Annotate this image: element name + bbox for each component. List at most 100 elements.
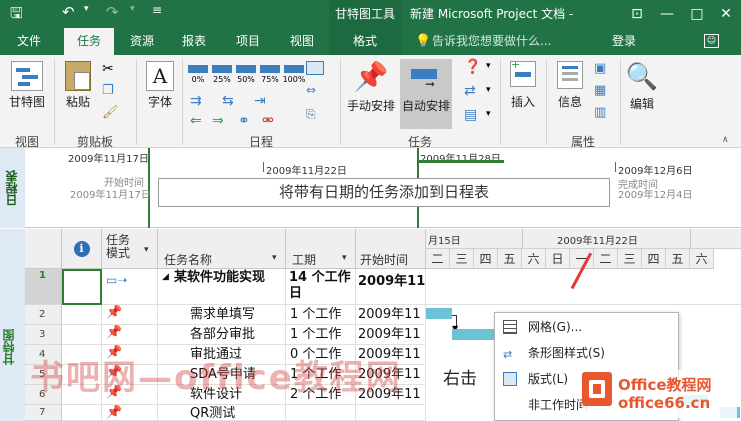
manual-schedule-button[interactable]: 📌 手动安排 [344, 59, 398, 114]
format-painter-icon[interactable]: 🖌 [102, 105, 119, 120]
percent-100-icon[interactable] [284, 65, 304, 73]
row-number[interactable]: 1 [25, 269, 62, 305]
login-link[interactable]: 登录 [612, 28, 636, 55]
gantt-task-bar[interactable] [452, 329, 498, 340]
font-button[interactable]: A 字体 [142, 61, 178, 110]
context-tool-title: 甘特图工具 [329, 0, 401, 28]
tab-format[interactable]: 格式 [329, 28, 401, 55]
maximize-button[interactable]: □ [682, 0, 712, 28]
ribbon-display-icon[interactable]: ⊡ [622, 0, 652, 28]
mode-icon[interactable]: ⎘ [306, 107, 316, 122]
minimize-button[interactable]: — [652, 0, 682, 28]
filter-dropdown-icon[interactable]: ▾ [272, 253, 277, 263]
collapse-ribbon-icon[interactable]: ∧ [722, 135, 729, 145]
task-mode-column-header[interactable]: 任务模式 ▾ [102, 229, 158, 269]
start-cell[interactable]: 2009年11 [356, 325, 426, 345]
percent-25-icon[interactable] [212, 65, 232, 73]
duration-cell[interactable] [286, 405, 356, 421]
editing-button[interactable]: 🔍 编辑 [624, 61, 660, 112]
undo-icon[interactable]: ↶ [62, 3, 75, 21]
timeline-placeholder[interactable]: 将带有日期的任务添加到日程表 [158, 178, 610, 207]
tab-view[interactable]: 视图 [280, 28, 324, 55]
task-mode-cell[interactable]: 📌 [102, 325, 158, 345]
task-mode-cell[interactable]: ▭➝ [102, 269, 158, 305]
task-mode-cell[interactable]: 📌 [102, 305, 158, 325]
tab-file[interactable]: 文件 [6, 28, 52, 55]
indent-icon[interactable]: ⇒ [212, 113, 224, 129]
link-tasks-icon[interactable]: ⚭ [238, 113, 250, 129]
indicator-cell[interactable] [62, 305, 102, 325]
select-all-cell[interactable] [25, 229, 62, 269]
timeline-pane[interactable]: 日程表 2009年11月17日 开始时间 2009年11月17日 2009年11… [0, 148, 741, 228]
collapse-triangle-icon[interactable]: ◢ [162, 272, 169, 282]
start-cell[interactable] [356, 405, 426, 421]
insert-icon: + [510, 58, 536, 87]
row-number[interactable]: 3 [25, 325, 62, 345]
duration-cell[interactable]: 1 个工作 [286, 325, 356, 345]
task-name-cell[interactable]: 各部分审批 [158, 325, 286, 345]
percent-25-label: 25% [213, 75, 231, 84]
filter-dropdown-icon[interactable]: ▾ [342, 253, 347, 263]
update-icon[interactable] [306, 61, 324, 75]
task-name-cell[interactable]: 需求单填写 [158, 305, 286, 325]
move-task-icon[interactable]: ⇄ [464, 83, 476, 99]
details-icon[interactable]: ▦ [594, 83, 606, 98]
row-number[interactable]: 7 [25, 405, 62, 421]
duration-cell[interactable]: 14 个工作日 [286, 269, 356, 305]
redo-icon[interactable]: ↷ [106, 3, 119, 21]
information-button[interactable]: 信息 [552, 61, 588, 110]
mode-task-icon[interactable]: ▤ [464, 107, 477, 123]
indicator-cell[interactable] [62, 269, 102, 305]
filter-dropdown-icon[interactable]: ▾ [144, 245, 149, 255]
indicator-cell[interactable] [62, 325, 102, 345]
redo-dropdown-icon: ▾ [130, 4, 135, 14]
unlink-tasks-icon[interactable]: ⚮ [262, 113, 274, 129]
mark-on-track-icon[interactable]: ⇉ [190, 93, 202, 109]
auto-schedule-button[interactable]: ➞ 自动安排 [400, 59, 452, 129]
cut-icon[interactable]: ✂ [102, 61, 114, 77]
tab-report[interactable]: 报表 [172, 28, 216, 55]
percent-50-icon[interactable] [236, 65, 256, 73]
gantt-task-bar[interactable] [426, 308, 452, 319]
inspect-dropdown-icon[interactable]: ▾ [486, 61, 491, 71]
menu-item-gridlines[interactable]: 网格(G)... [495, 315, 680, 339]
start-cell[interactable]: 2009年11 [356, 269, 426, 305]
move-icon[interactable]: ⇔ [306, 83, 316, 97]
tell-me-input[interactable]: 告诉我您想要做什么... [432, 28, 551, 55]
tab-project[interactable]: 项目 [226, 28, 270, 55]
mode-task-dropdown-icon[interactable]: ▾ [486, 109, 491, 119]
duration-cell[interactable]: 1 个工作 [286, 305, 356, 325]
row-number[interactable]: 2 [25, 305, 62, 325]
start-column-header[interactable]: 开始时间 [356, 229, 426, 269]
menu-item-bar-styles[interactable]: ⇄ 条形图样式(S) [495, 341, 680, 365]
add-to-timeline-icon[interactable]: ▥ [594, 105, 606, 120]
duration-column-header[interactable]: 工期 ▾ [286, 229, 356, 269]
percent-75-icon[interactable] [260, 65, 280, 73]
share-icon[interactable]: ☺ [704, 34, 719, 48]
indicator-column-header[interactable]: i [62, 229, 102, 269]
tab-resource[interactable]: 资源 [120, 28, 164, 55]
start-cell[interactable]: 2009年11 [356, 305, 426, 325]
save-icon[interactable]: 🖫 [10, 3, 23, 28]
inspect-icon[interactable]: ❓ [464, 59, 481, 75]
gantt-chart-button[interactable]: 甘特图 [6, 61, 48, 110]
customize-qat-icon[interactable]: ≡ [152, 3, 162, 17]
insert-button[interactable]: + 插入 [504, 58, 542, 110]
copy-icon[interactable]: ❐ [102, 83, 114, 98]
paste-button[interactable]: 粘贴 [60, 61, 96, 110]
task-name-cell[interactable]: ◢ 某软件功能实现 [158, 269, 286, 305]
task-name-cell[interactable]: QR测试 [158, 405, 286, 421]
tab-task[interactable]: 任务 [64, 28, 114, 55]
move-task-dropdown-icon[interactable]: ▾ [486, 85, 491, 95]
font-icon: A [146, 61, 174, 91]
outdent-icon[interactable]: ⇐ [190, 113, 202, 129]
indicator-cell[interactable] [62, 405, 102, 421]
notes-icon[interactable]: ▣ [594, 61, 606, 76]
undo-dropdown-icon[interactable]: ▾ [84, 4, 89, 14]
task-name-column-header[interactable]: 任务名称 ▾ [158, 229, 286, 269]
close-button[interactable]: ✕ [711, 0, 741, 28]
task-mode-cell[interactable]: 📌 [102, 405, 158, 421]
respect-links-icon[interactable]: ⇆ [222, 93, 234, 109]
inactivate-icon[interactable]: ⇥ [254, 93, 266, 109]
percent-0-icon[interactable] [188, 65, 208, 73]
